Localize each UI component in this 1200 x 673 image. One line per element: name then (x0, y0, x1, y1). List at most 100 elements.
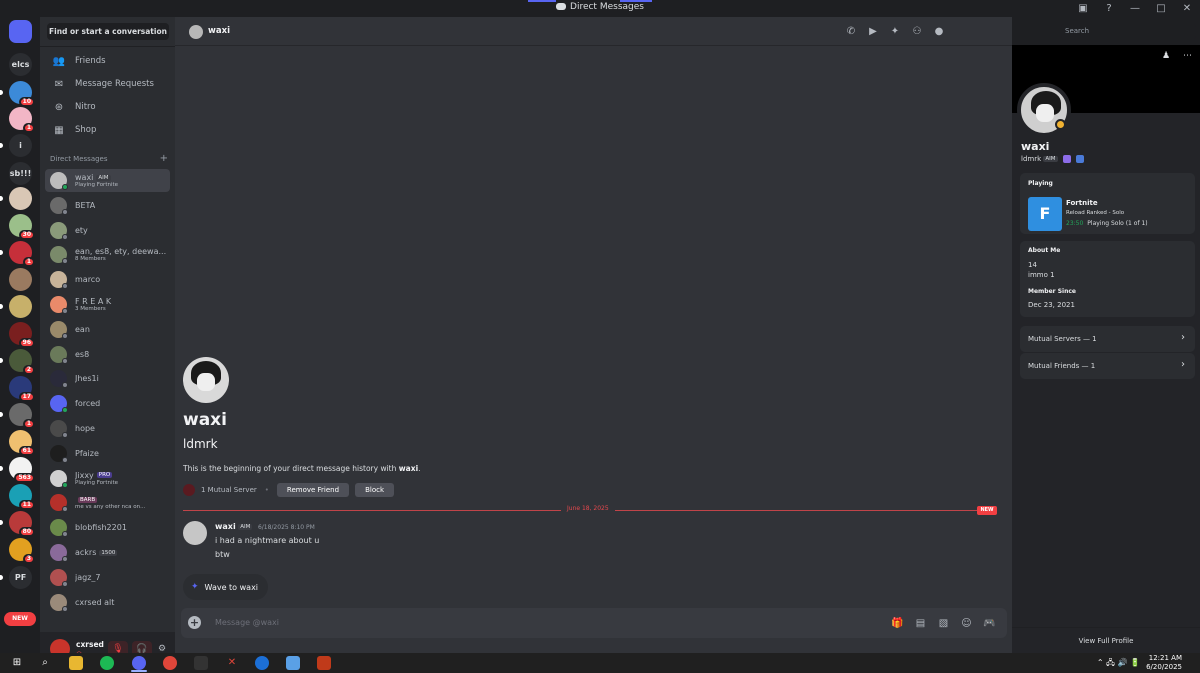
sidebar-item-friends[interactable]: 👥 Friends (45, 51, 170, 71)
dm-item[interactable]: ean, es8, ety, deewa... 8 Members (45, 243, 170, 266)
dm-item[interactable]: ean (45, 318, 170, 341)
dm-item[interactable]: hope (45, 417, 170, 440)
server-label: sb!!! (9, 169, 32, 178)
dm-item[interactable]: marco (45, 268, 170, 291)
view-full-profile-button[interactable]: View Full Profile (1012, 627, 1200, 653)
discord-home-icon[interactable] (9, 20, 32, 43)
dm-item[interactable]: BARB me vs any other nca on... (45, 491, 170, 514)
server-icon[interactable] (9, 295, 32, 318)
search-input[interactable]: Search (1061, 24, 1196, 39)
intro-username: ldmrk (183, 437, 218, 451)
dm-item[interactable]: cxrsed alt (45, 591, 170, 614)
sidebar-divider (40, 46, 175, 47)
inbox-icon[interactable]: ▣ (1070, 3, 1096, 14)
file-explorer-icon[interactable] (69, 656, 83, 670)
server-icon[interactable]: elcs (9, 53, 32, 76)
server-icon[interactable]: 30 (9, 214, 35, 240)
more-options-icon[interactable]: ⋯ (1183, 51, 1192, 61)
dm-item[interactable]: BETA (45, 194, 170, 217)
dm-item[interactable]: Jixxy PRO Playing Fortnite (45, 467, 170, 490)
start-icon[interactable]: ⊞ (10, 656, 24, 670)
message-author[interactable]: waxi (215, 522, 236, 531)
taskbar-clock[interactable]: 12:21 AM 6/20/2025 (1146, 654, 1182, 672)
dm-item[interactable]: es8 (45, 343, 170, 366)
app-chart-icon[interactable] (317, 656, 331, 670)
server-icon[interactable] (9, 268, 32, 291)
voice-call-icon[interactable]: ✆ (840, 26, 862, 37)
dm-item[interactable]: Pfaize (45, 442, 170, 465)
system-tray-icons[interactable]: ⌃ 🖧 🔊 🔋 (1097, 657, 1140, 671)
server-icon[interactable]: 17 (9, 376, 35, 402)
app-blue-icon[interactable] (255, 656, 269, 670)
mutual-servers-row[interactable]: Mutual Servers — 1 › (1020, 326, 1195, 352)
mutual-friends-row[interactable]: Mutual Friends — 1 › (1020, 353, 1195, 379)
emoji-icon[interactable]: ☺ (955, 618, 978, 629)
server-icon[interactable]: 1 (9, 107, 35, 133)
dm-item[interactable]: waxi AIM Playing Fortnite (45, 169, 170, 192)
dm-item[interactable]: F R E A K3 Members (45, 293, 170, 316)
user-profile-icon[interactable]: ● (928, 26, 950, 37)
add-friend-icon[interactable]: ♟ (1162, 51, 1170, 61)
maximize-icon[interactable]: □ (1148, 3, 1174, 14)
nitro-icon: ⊛ (54, 101, 64, 113)
sidebar-item-message-requests[interactable]: ✉ Message Requests (45, 74, 170, 94)
find-conversation-button[interactable]: Find or start a conversation (47, 23, 169, 40)
dm-item[interactable]: forced (45, 392, 170, 415)
dm-item[interactable]: Jhes1i (45, 367, 170, 390)
attach-plus-icon[interactable]: + (188, 616, 201, 629)
epic-games-icon[interactable] (194, 656, 208, 670)
server-icon[interactable]: 1 (9, 241, 35, 267)
dm-item[interactable]: jagz_7 (45, 566, 170, 589)
discord-icon[interactable] (132, 656, 146, 670)
spotify-icon[interactable] (100, 656, 114, 670)
server-icon[interactable]: 61 (9, 430, 35, 456)
dm-item[interactable]: ackrs 1500 (45, 541, 170, 564)
video-call-icon[interactable]: ▶ (862, 26, 884, 37)
server-icon[interactable]: PF (9, 566, 32, 589)
remove-friend-button[interactable]: Remove Friend (276, 483, 350, 497)
activities-icon[interactable]: 🎮 (978, 618, 1001, 629)
server-icon[interactable]: i (9, 134, 32, 157)
server-icon[interactable] (9, 187, 32, 210)
header-avatar[interactable] (189, 25, 203, 39)
server-icon[interactable]: 3 (9, 538, 35, 564)
help-icon[interactable]: ? (1096, 3, 1122, 14)
block-button[interactable]: Block (355, 483, 395, 497)
gif-icon[interactable]: ▤ (909, 618, 932, 629)
dm-item[interactable]: ety (45, 219, 170, 242)
sidebar-item-nitro[interactable]: ⊛ Nitro (45, 97, 170, 117)
server-icon[interactable]: 11 (9, 484, 35, 510)
minimize-icon[interactable]: — (1122, 3, 1148, 14)
server-icon[interactable]: 1 (9, 403, 35, 429)
add-friends-icon[interactable]: ⚇ (906, 26, 928, 37)
dm-name-text: hope (75, 424, 95, 433)
unread-pill (0, 304, 3, 309)
app-x-icon[interactable]: ✕ (225, 656, 239, 670)
sticker-icon[interactable]: ▧ (932, 618, 955, 629)
message-avatar[interactable] (183, 521, 207, 545)
server-icon[interactable]: sb!!! (9, 162, 32, 185)
pin-icon[interactable]: ✦ (884, 26, 906, 37)
server-icon[interactable]: 10 (9, 81, 35, 107)
message-input[interactable]: Message @waxi (215, 618, 279, 627)
dm-name: ean (75, 325, 167, 334)
server-icon[interactable]: 96 (9, 322, 35, 348)
header-name[interactable]: waxi (208, 26, 230, 36)
dm-item[interactable]: blobfish2201 (45, 516, 170, 539)
wave-button[interactable]: ✦ Wave to waxi (183, 574, 269, 600)
new-servers-pill[interactable]: NEW (4, 612, 36, 626)
search-icon[interactable]: ⌕ (38, 656, 52, 670)
create-dm-icon[interactable]: + (160, 153, 168, 164)
close-icon[interactable]: ✕ (1174, 3, 1200, 14)
mutual-server-link[interactable]: 1 Mutual Server (201, 486, 257, 494)
chrome-icon[interactable] (163, 656, 177, 670)
intro-text-prefix: This is the beginning of your direct mes… (183, 464, 399, 473)
dm-name-text: waxi (75, 173, 94, 182)
app-chat-icon[interactable] (286, 656, 300, 670)
server-icon[interactable]: 2 (9, 349, 35, 375)
server-icon[interactable]: 80 (9, 511, 35, 537)
gift-icon[interactable]: 🎁 (886, 618, 909, 629)
sidebar-item-shop[interactable]: ▦ Shop (45, 120, 170, 140)
unread-pill (0, 358, 3, 363)
server-icon[interactable]: 563 (9, 457, 35, 483)
